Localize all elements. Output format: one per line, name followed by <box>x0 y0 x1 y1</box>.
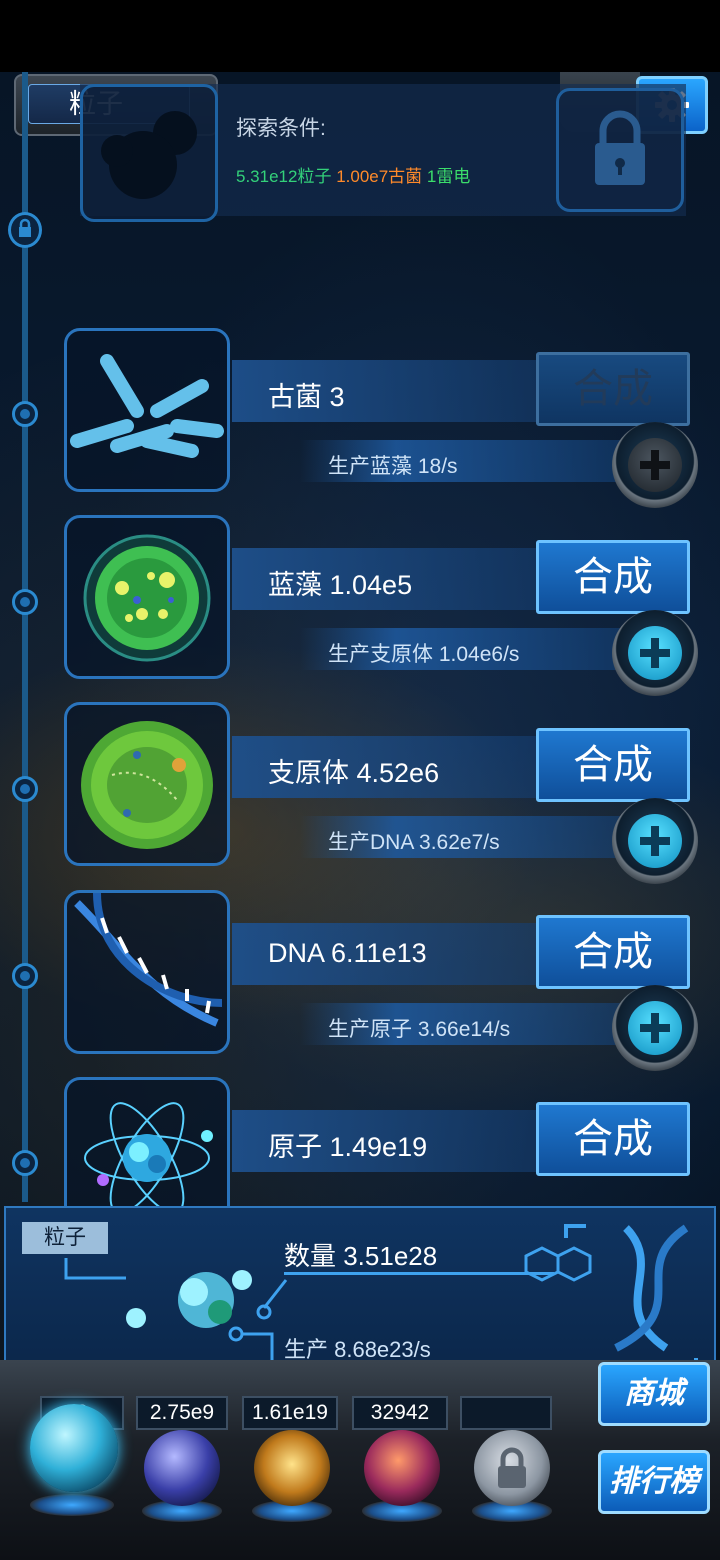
mycoplasma-icon <box>81 721 213 849</box>
timeline-lock-icon <box>8 212 42 248</box>
archaea-production: 生产蓝藻 18/s <box>328 455 458 478</box>
orb-stand <box>30 1494 114 1516</box>
locked-item-silhouette <box>80 84 218 222</box>
galaxy-orb-button[interactable] <box>254 1430 330 1506</box>
leaderboard-button[interactable]: 排行榜 <box>598 1450 710 1514</box>
lock-icon <box>498 1447 526 1488</box>
synthesize-label: 合成 <box>573 743 653 787</box>
mycoplasma-icon-frame <box>64 702 230 866</box>
counter-star: 1.61e19 <box>242 1396 338 1430</box>
counter-locked <box>460 1396 552 1430</box>
dna-add-button[interactable] <box>612 985 698 1071</box>
synthesize-label: 合成 <box>573 930 653 974</box>
req-lightning: 1雷电 <box>426 167 471 186</box>
synthesize-label: 合成 <box>573 367 653 411</box>
cyanobacteria-icon-frame <box>64 515 230 679</box>
synthesize-label: 合成 <box>573 555 653 599</box>
cyanobacteria-icon <box>83 534 211 662</box>
atom-name: 原子 1.49e19 <box>268 1132 428 1162</box>
mycoplasma-production: 生产DNA 3.62e7/s <box>328 831 500 854</box>
status-bar <box>0 0 720 72</box>
lightning-orb-button[interactable] <box>144 1430 220 1506</box>
archaea-icon <box>70 354 224 458</box>
dna-icon <box>74 893 223 1027</box>
dna-synthesize-button[interactable]: 合成 <box>536 915 690 989</box>
archaea-add-button[interactable] <box>612 422 698 508</box>
synthesize-label: 合成 <box>573 1117 653 1161</box>
mycoplasma-name: 支原体 4.52e6 <box>268 758 440 788</box>
archaea-icon-frame <box>64 328 230 492</box>
plus-icon <box>628 438 682 492</box>
atom-icon-frame <box>64 1077 230 1207</box>
locked-orb-button[interactable] <box>474 1430 550 1506</box>
dna-production: 生产原子 3.66e14/s <box>328 1018 511 1041</box>
explore-requirements: 5.31e12粒子 1.00e7古菌 1雷电 <box>236 162 470 187</box>
timeline-node <box>12 776 38 802</box>
cyanobacteria-production: 生产支原体 1.04e6/s <box>328 643 520 666</box>
explore-lock-button[interactable] <box>556 88 684 212</box>
brain-orb-button[interactable] <box>364 1430 440 1506</box>
counter-lightning: 2.75e9 <box>136 1396 228 1430</box>
atom-synthesize-button[interactable]: 合成 <box>536 1102 690 1176</box>
lock-icon <box>595 110 645 185</box>
explore-condition-label: 探索条件: <box>236 117 326 140</box>
archaea-name: 古菌 3 <box>268 382 345 412</box>
mycoplasma-synthesize-button[interactable]: 合成 <box>536 728 690 802</box>
timeline-node <box>12 589 38 615</box>
req-archaea: 1.00e7古菌 <box>336 167 423 186</box>
counter-brain: 32942 <box>352 1396 448 1430</box>
timeline-node <box>12 963 38 989</box>
dna-icon-frame <box>64 890 230 1054</box>
cyanobacteria-synthesize-button[interactable]: 合成 <box>536 540 690 614</box>
atom-icon <box>84 1102 213 1206</box>
req-particle: 5.31e12粒子 <box>236 167 332 186</box>
dna-name: DNA 6.11e13 <box>268 938 427 968</box>
cyanobacteria-add-button[interactable] <box>612 610 698 696</box>
plus-icon <box>628 626 682 680</box>
timeline-node <box>12 401 38 427</box>
cyanobacteria-name: 蓝藻 1.04e5 <box>268 570 413 600</box>
mycoplasma-add-button[interactable] <box>612 798 698 884</box>
timeline-node <box>12 1150 38 1176</box>
panel-tag: 粒子 <box>22 1222 108 1254</box>
particle-orb-button[interactable] <box>30 1404 118 1492</box>
shop-button[interactable]: 商城 <box>598 1362 710 1426</box>
archaea-synthesize-button[interactable]: 合成 <box>536 352 690 426</box>
particle-quantity: 数量 3.51e28 <box>284 1241 438 1271</box>
divider <box>284 1272 554 1275</box>
plus-icon <box>628 1001 682 1055</box>
plus-icon <box>628 814 682 868</box>
